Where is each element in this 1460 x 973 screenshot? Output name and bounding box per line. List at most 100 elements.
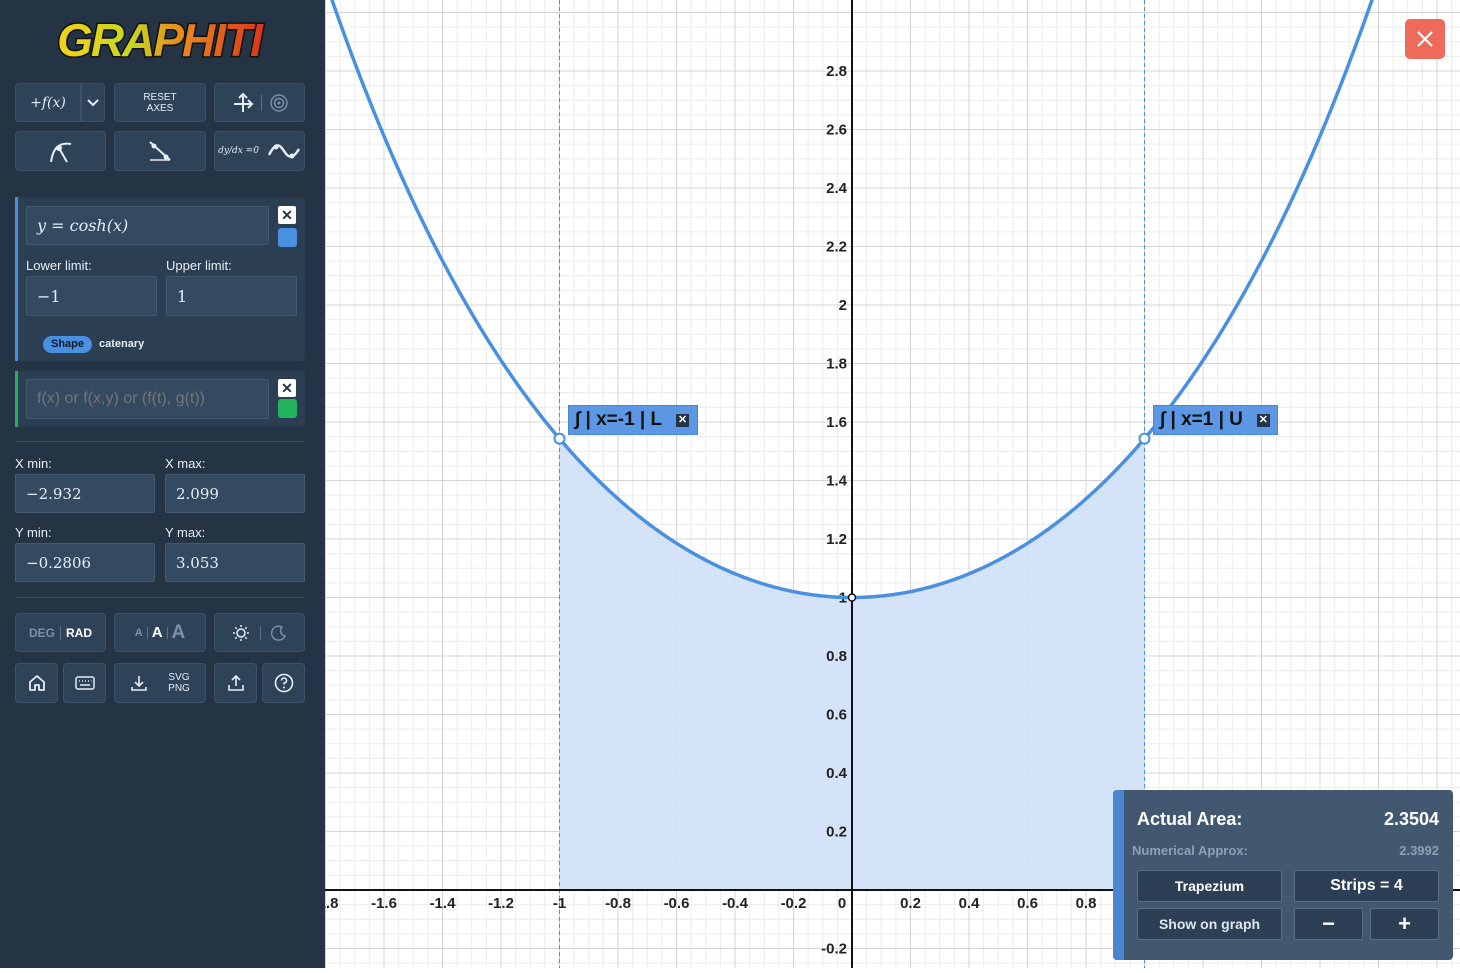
y-tick-label: 0.8 xyxy=(826,648,847,665)
xmax-input[interactable]: 2.099 xyxy=(165,474,305,513)
function-card-2: ✕ xyxy=(15,371,305,427)
help-button[interactable] xyxy=(262,663,305,703)
function-expression-input[interactable]: y = cosh(x) xyxy=(26,206,269,245)
close-icon[interactable]: ✕ xyxy=(676,413,690,427)
curve-point-icon xyxy=(49,142,71,163)
y-tick-label: 1.2 xyxy=(826,531,847,548)
axes-tools-button[interactable] xyxy=(214,83,305,122)
function-accent xyxy=(15,197,18,361)
x-tick-label: 0.2 xyxy=(900,895,921,912)
function-color-swatch[interactable] xyxy=(278,399,297,418)
export-png-label: PNG xyxy=(168,683,190,694)
y-tick-label: -0.2 xyxy=(821,941,847,958)
keyboard-icon xyxy=(74,676,95,690)
add-function-label: +f(x) xyxy=(30,94,66,111)
y-tick-label: 0.2 xyxy=(826,824,847,841)
lower-limit-point[interactable] xyxy=(553,432,566,445)
x-tick-label: -1 xyxy=(553,895,566,912)
xmin-value: −2.932 xyxy=(26,484,82,503)
share-icon xyxy=(227,674,244,691)
chevron-down-icon xyxy=(87,98,99,106)
ymax-value: 3.053 xyxy=(176,553,219,572)
toolbar-separator xyxy=(261,94,262,111)
delete-function-button[interactable]: ✕ xyxy=(278,206,296,224)
x-tick-label: -0.6 xyxy=(664,895,690,912)
sidebar: GRAPHITI +f(x) RESET AXES dy/dx =0 y = c… xyxy=(0,0,325,968)
font-large-option[interactable]: A xyxy=(172,622,186,644)
lower-limit-label: Lower limit: xyxy=(26,258,92,273)
ymax-label: Y max: xyxy=(165,525,206,540)
function-color-swatch[interactable] xyxy=(278,228,297,247)
shape-badge-label: Shape xyxy=(50,338,84,350)
toggle-separator xyxy=(260,625,261,640)
y-tick-label: 0.6 xyxy=(826,707,847,724)
ymax-input[interactable]: 3.053 xyxy=(165,543,305,582)
approx-area-label: Numerical Approx: xyxy=(1132,843,1248,858)
show-on-graph-label: Show on graph xyxy=(1158,916,1261,932)
font-size-toggle[interactable]: A A A xyxy=(114,613,206,652)
x-tick-label: -0.8 xyxy=(605,895,631,912)
y-tick-label: 0.4 xyxy=(826,765,848,782)
wave-icon xyxy=(267,144,300,159)
close-icon[interactable]: ✕ xyxy=(1256,413,1270,427)
rad-option[interactable]: RAD xyxy=(66,626,92,640)
export-button[interactable]: SVG PNG xyxy=(114,663,206,703)
ymin-input[interactable]: −0.2806 xyxy=(15,543,155,582)
close-button[interactable] xyxy=(1405,19,1445,59)
lower-limit-tag-label: ∫ | x=-1 | L xyxy=(575,409,663,430)
upper-limit-tag[interactable]: ∫ | x=1 | U ✕ xyxy=(1153,405,1278,435)
point-on-curve-button[interactable] xyxy=(15,131,106,171)
decrease-strips-button[interactable]: − xyxy=(1294,908,1363,940)
add-function-button[interactable]: +f(x) xyxy=(15,83,81,122)
reset-axes-label-1: RESET xyxy=(143,91,177,103)
divider xyxy=(15,441,305,442)
target-icon xyxy=(270,93,288,112)
x-tick-label: 0.8 xyxy=(1076,895,1097,912)
y-tick-label: 1.8 xyxy=(826,356,847,373)
strips-display: Strips = 4 xyxy=(1294,870,1439,902)
deg-option[interactable]: DEG xyxy=(29,626,55,640)
tangent-tool-button[interactable] xyxy=(114,131,206,171)
x-tick-label: -1.2 xyxy=(488,895,514,912)
function-card-1: y = cosh(x) ✕ Lower limit: Upper limit: … xyxy=(15,197,305,361)
y-tick-label: 2 xyxy=(839,297,847,314)
ymin-label: Y min: xyxy=(15,525,52,540)
function-accent xyxy=(15,371,18,427)
derivative-label: dy/dx =0 xyxy=(218,146,259,156)
divider xyxy=(15,597,305,598)
approx-area-value: 2.3992 xyxy=(1399,843,1439,858)
keyboard-button[interactable] xyxy=(63,663,106,703)
increase-strips-button[interactable]: + xyxy=(1370,908,1439,940)
upper-limit-point[interactable] xyxy=(1138,432,1151,445)
lower-limit-value: −1 xyxy=(37,286,61,306)
share-button[interactable] xyxy=(214,663,257,703)
upper-limit-input[interactable]: 1 xyxy=(166,276,297,316)
plus-label: + xyxy=(1398,911,1411,936)
x-tick-label: 0 xyxy=(838,895,846,912)
y-tick-label: 2.2 xyxy=(826,239,847,256)
actual-area-value: 2.3504 xyxy=(1383,809,1439,829)
x-tick-label: 0.4 xyxy=(959,895,981,912)
font-medium-option[interactable]: A xyxy=(152,624,163,641)
angle-mode-toggle[interactable]: DEG RAD xyxy=(15,613,106,652)
moon-icon[interactable] xyxy=(271,624,287,641)
home-button[interactable] xyxy=(15,663,58,703)
x-tick-label: -1.8 xyxy=(325,895,338,912)
show-on-graph-button[interactable]: Show on graph xyxy=(1137,908,1282,940)
theme-toggle[interactable] xyxy=(214,613,305,652)
font-small-option[interactable]: A xyxy=(135,627,143,639)
function-type-dropdown[interactable] xyxy=(81,83,105,122)
reset-axes-button[interactable]: RESET AXES xyxy=(114,83,206,122)
lower-limit-input[interactable]: −1 xyxy=(26,276,157,316)
function-input[interactable] xyxy=(26,379,269,419)
sun-icon[interactable] xyxy=(232,624,250,642)
xmin-input[interactable]: −2.932 xyxy=(15,474,155,513)
area-panel: Actual Area: 2.3504 Numerical Approx: 2.… xyxy=(1113,790,1453,960)
lower-limit-tag[interactable]: ∫ | x=-1 | L ✕ xyxy=(568,405,698,435)
vertex-point[interactable] xyxy=(847,593,857,602)
export-svg-label: SVG xyxy=(168,672,190,683)
derivative-tool-button[interactable]: dy/dx =0 xyxy=(214,131,305,171)
method-select[interactable]: Trapezium xyxy=(1137,870,1282,902)
delete-function-button[interactable]: ✕ xyxy=(278,379,296,397)
function-curve[interactable] xyxy=(325,0,1459,600)
